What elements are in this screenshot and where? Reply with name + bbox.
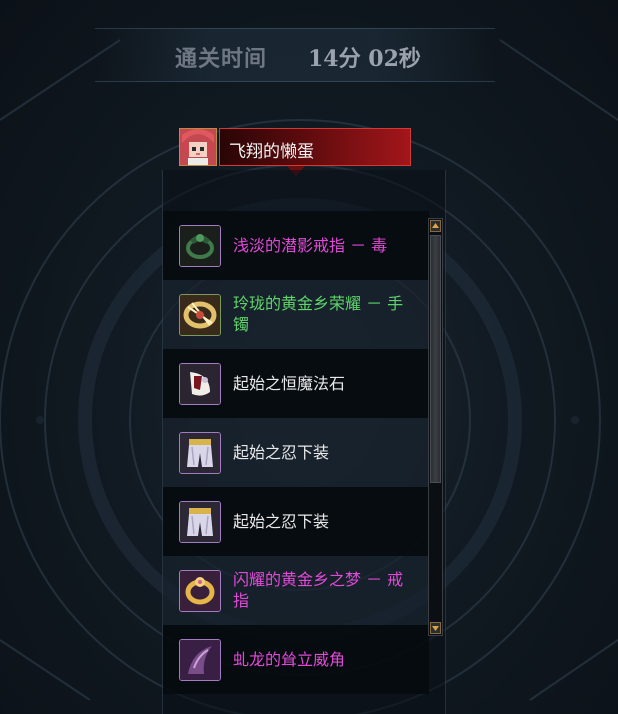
player-name-box: 飞翔的懒蛋	[219, 128, 411, 166]
shadow-ring-icon	[179, 224, 221, 267]
item-name: 闪耀的黄金乡之梦 － 戒指	[233, 570, 404, 610]
dragon-horn-icon	[179, 638, 221, 681]
clear-time-bar: 通关时间 14分 02秒	[95, 28, 495, 82]
golden-ring-icon	[179, 569, 221, 612]
list-item[interactable]: 虬龙的耸立威角	[163, 625, 429, 694]
loot-scrollbar[interactable]	[428, 218, 443, 636]
list-item[interactable]: 玲珑的黄金乡荣耀 － 手镯	[163, 280, 429, 349]
player-name: 飞翔的懒蛋	[229, 142, 314, 162]
item-name: 玲珑的黄金乡荣耀 － 手镯	[233, 294, 404, 334]
list-item[interactable]: 起始之忍下装	[163, 418, 429, 487]
golden-bracelet-icon	[179, 293, 221, 336]
item-name: 虬龙的耸立威角	[233, 650, 346, 669]
red-haired-character-portrait-icon	[179, 128, 217, 166]
list-item[interactable]: 起始之忍下装	[163, 487, 429, 556]
scroll-up-arrow-icon[interactable]	[430, 220, 441, 232]
clear-time-value: 14分 02秒	[308, 46, 421, 72]
scroll-thumb[interactable]	[430, 235, 441, 483]
item-name: 浅淡的潜影戒指 － 毒	[233, 236, 388, 255]
loot-list: 浅淡的潜影戒指 － 毒 玲珑的黄金乡荣耀 － 手镯 起始之恒魔法石 起始之忍下装…	[162, 170, 446, 714]
ninja-pants-icon	[179, 431, 221, 474]
item-name: 起始之恒魔法石	[233, 374, 346, 393]
ninja-pants-icon	[179, 500, 221, 543]
list-item[interactable]: 浅淡的潜影戒指 － 毒	[163, 211, 429, 280]
clear-time-label: 通关时间	[175, 46, 268, 72]
list-item[interactable]: 起始之恒魔法石	[163, 349, 429, 418]
magic-stone-icon	[179, 362, 221, 405]
list-item[interactable]: 闪耀的黄金乡之梦 － 戒指	[163, 556, 429, 625]
item-name: 起始之忍下装	[233, 512, 330, 531]
player-name-plate: 飞翔的懒蛋	[177, 127, 413, 176]
item-name: 起始之忍下装	[233, 443, 330, 462]
scroll-down-arrow-icon[interactable]	[430, 622, 441, 634]
